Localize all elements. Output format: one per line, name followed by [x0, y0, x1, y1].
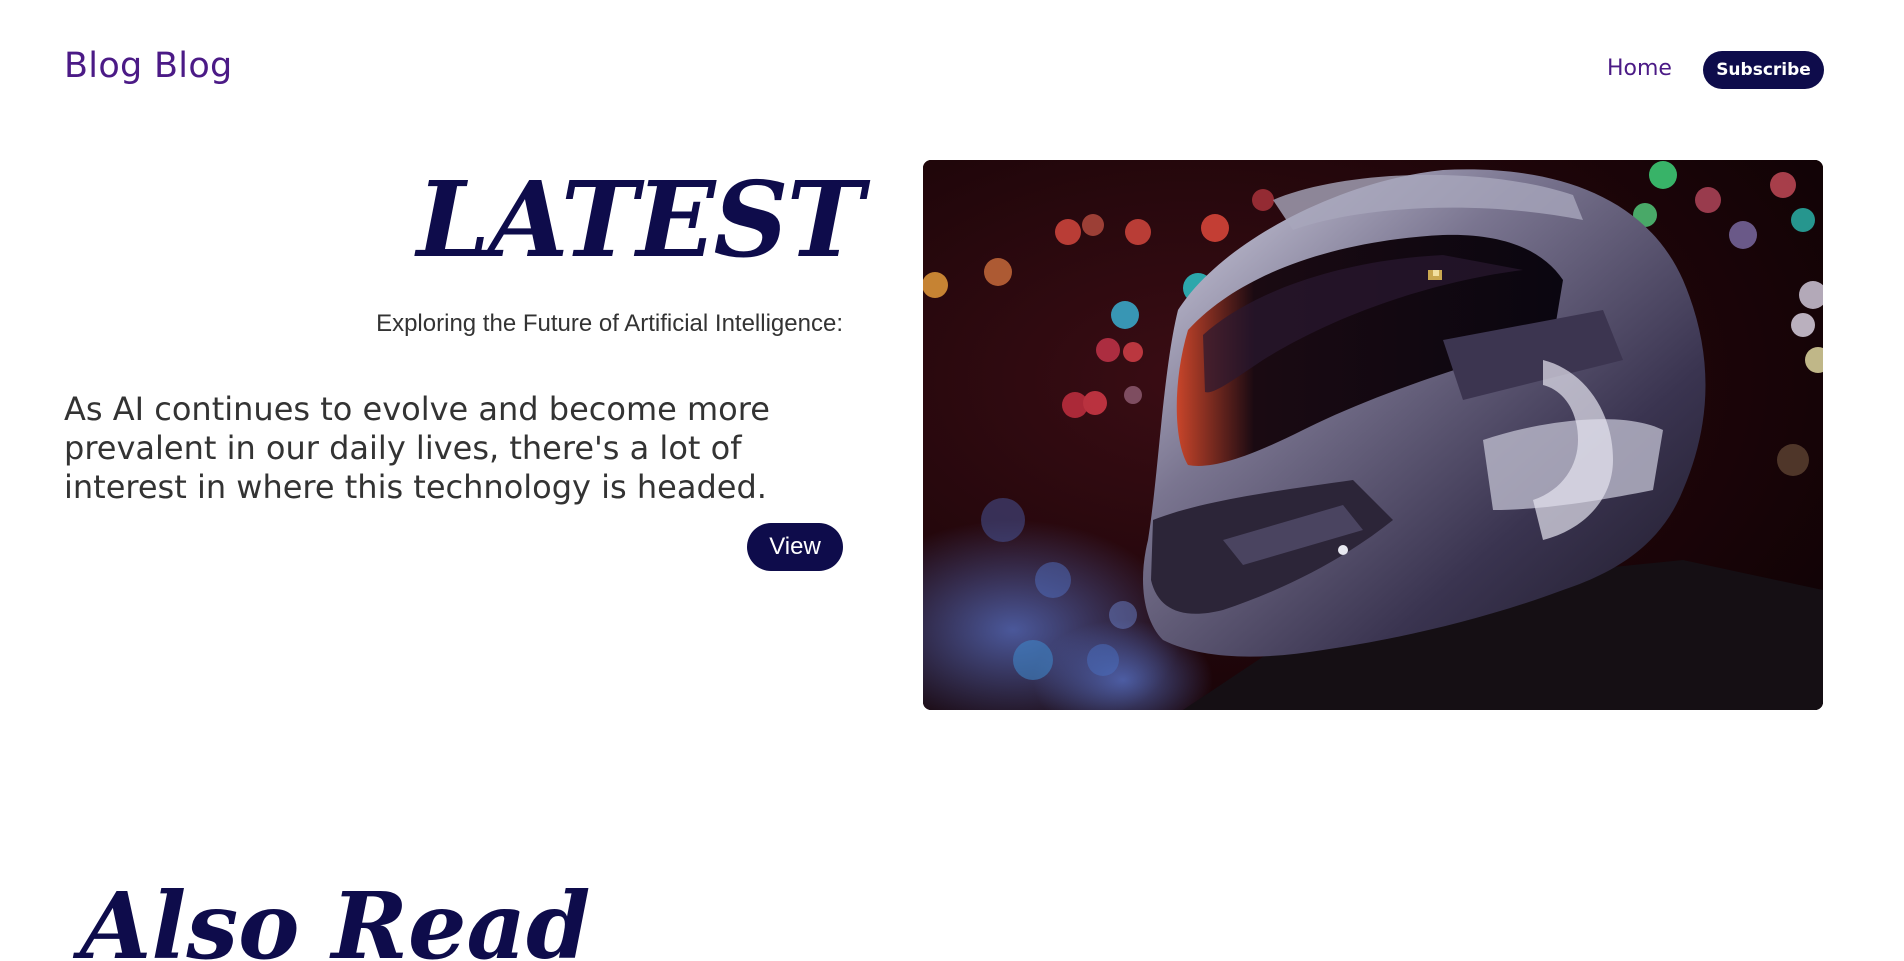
latest-heading: LATEST [416, 158, 864, 281]
brand-logo[interactable]: Blog Blog [64, 46, 233, 86]
also-read-heading: Also Read [80, 872, 591, 961]
post-title: Exploring the Future of Artificial Intel… [376, 310, 843, 337]
view-button[interactable]: View [747, 523, 843, 571]
nav-home-link[interactable]: Home [1607, 56, 1672, 81]
hero-image[interactable] [923, 160, 1823, 710]
futuristic-helmet-image [923, 160, 1823, 710]
subscribe-button[interactable]: Subscribe [1703, 51, 1824, 89]
page: Blog Blog Home Subscribe LATEST Explorin… [0, 0, 1904, 961]
post-excerpt: As AI continues to evolve and become mor… [64, 390, 770, 506]
